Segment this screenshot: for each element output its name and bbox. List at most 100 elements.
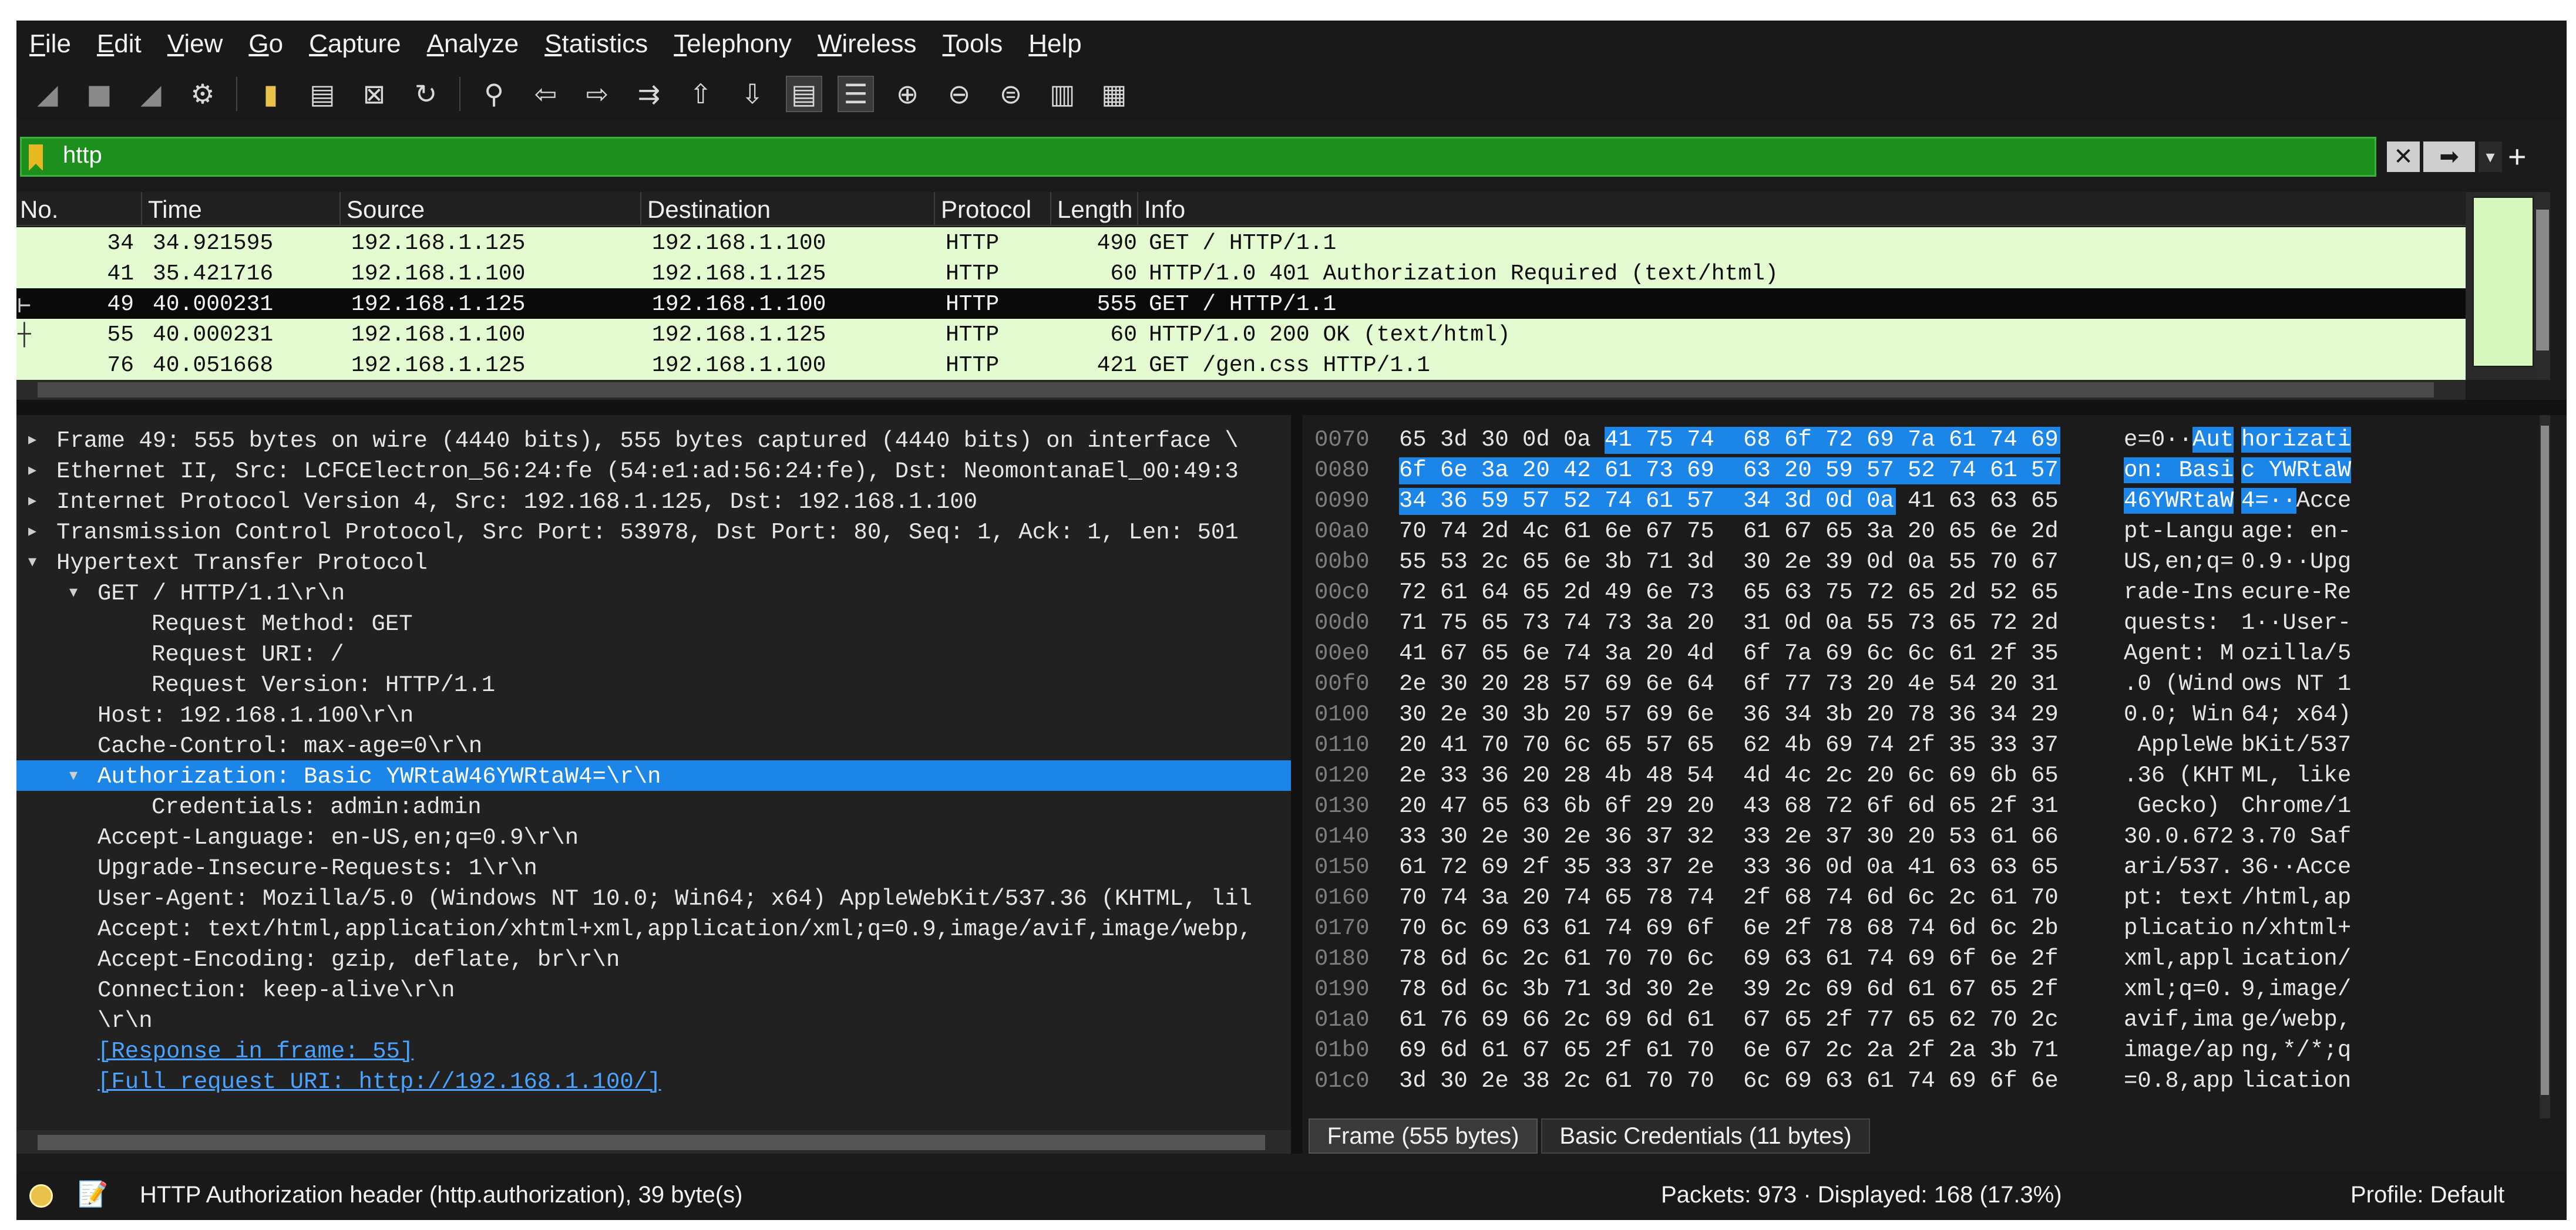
hex-byte[interactable]: 2e [1784,824,1825,851]
hex-byte[interactable]: 63 [1990,854,2031,881]
restart-icon[interactable]: ◢ [133,76,169,112]
hex-byte[interactable]: 70 [2031,885,2060,912]
hex-ascii[interactable]: 1··User- [2241,610,2351,636]
hex-byte[interactable]: 3b [1825,702,1867,729]
hex-byte[interactable]: 70 [1522,732,1563,759]
hex-byte[interactable]: 65 [1481,793,1522,820]
hex-byte[interactable]: 67 [1743,1007,1784,1034]
hex-byte[interactable]: 71 [1563,976,1605,1003]
hex-byte[interactable]: 29 [1646,793,1687,820]
header-divider[interactable] [1050,192,1051,226]
hex-ascii[interactable]: quests: [2124,610,2234,636]
hex-byte[interactable]: 65 [1481,610,1522,637]
hex-byte[interactable]: 6f [1867,793,1908,820]
hex-byte[interactable]: 6e [1743,1037,1784,1064]
hex-byte[interactable]: 2e [1481,1068,1522,1095]
hex-byte[interactable]: 7a [1784,641,1825,668]
hex-byte[interactable]: 76 [1440,1007,1481,1034]
hex-byte[interactable]: 69 [1399,1037,1440,1064]
hex-byte[interactable]: 2e [1399,671,1440,698]
hex-byte[interactable]: 75 [1646,427,1687,454]
hex-byte[interactable]: 74 [1949,457,1990,484]
hex-byte[interactable]: 6d [1440,976,1481,1003]
hex-byte[interactable]: 30 [1481,702,1522,729]
hex-byte[interactable]: 65 [1522,549,1563,576]
close-file-icon[interactable]: ⊠ [356,76,392,112]
hex-byte[interactable]: 78 [1646,885,1687,912]
hex-byte[interactable]: 61 [1990,824,2031,851]
packet-list-vscroll-thumb[interactable] [2536,210,2549,351]
hex-byte[interactable]: 65 [1399,427,1440,454]
hex-byte[interactable]: 61 [1563,946,1605,973]
hex-byte[interactable]: 4d [1743,763,1784,790]
hex-byte[interactable]: 6f [1990,1068,2031,1095]
hex-byte[interactable]: 6c [1563,732,1605,759]
hex-byte[interactable]: 6d [1440,946,1481,973]
go-back-icon[interactable]: ⇦ [527,76,564,112]
hex-byte[interactable]: 67 [1784,518,1825,545]
hex-byte[interactable]: 2e [1784,549,1825,576]
hex-byte[interactable]: 6e [1563,549,1605,576]
hex-byte[interactable]: 61 [1990,885,2031,912]
hex-byte[interactable]: 2f [1522,854,1563,881]
hex-byte[interactable]: 37 [1825,824,1867,851]
hex-byte[interactable]: 41 [1440,732,1481,759]
detail-tree-item[interactable]: Cache-Control: max-age=0\r\n [16,730,1291,760]
layout-icon[interactable]: ▦ [1096,76,1132,112]
hex-byte[interactable]: 6e [2031,1068,2060,1095]
hex-byte[interactable]: 65 [1949,793,1990,820]
hex-byte[interactable]: 61 [1481,1037,1522,1064]
hex-byte[interactable]: 31 [2031,671,2060,698]
hex-byte[interactable]: 35 [2031,641,2060,668]
menu-item-capture[interactable]: Capture [309,29,401,59]
hex-byte[interactable]: 61 [1563,518,1605,545]
detail-tree-item[interactable]: ▸ Internet Protocol Version 4, Src: 192.1… [16,486,1291,516]
hex-byte[interactable]: 3a [1646,610,1687,637]
hex-byte[interactable]: 69 [1646,915,1687,942]
hex-byte[interactable]: 57 [1687,488,1743,515]
detail-tree-item[interactable]: Upgrade-Insecure-Requests: 1\r\n [16,852,1291,882]
hex-byte[interactable]: 6f [1743,671,1784,698]
hex-byte[interactable]: 2e [1687,976,1716,1003]
hex-ascii[interactable]: 36··Acce [2241,854,2351,880]
stop-icon[interactable]: ■ [81,76,117,112]
hex-byte[interactable]: 69 [1825,732,1867,759]
hex-byte[interactable]: 65 [1908,1007,1949,1034]
hex-byte[interactable]: 20 [1990,671,2031,698]
hex-byte[interactable]: 70 [1646,946,1687,973]
hex-byte[interactable]: 2f [2031,976,2060,1003]
hex-byte[interactable]: 20 [1522,457,1563,484]
hex-byte[interactable]: 69 [1949,1068,1990,1095]
hex-byte[interactable]: 69 [1743,946,1784,973]
pane-splitter-horizontal[interactable] [16,400,2567,415]
hex-byte[interactable]: 6f [1399,457,1440,484]
hex-ascii[interactable]: plicatio [2124,915,2234,941]
hex-byte[interactable]: 0a [1563,427,1605,454]
hex-ascii[interactable]: c YWRtaW [2241,457,2352,483]
hex-byte[interactable]: 30 [1646,976,1687,1003]
hex-byte[interactable]: 73 [1825,671,1867,698]
hex-ascii[interactable]: ge/webp, [2241,1007,2351,1033]
hex-byte[interactable]: 73 [1908,610,1949,637]
hex-byte[interactable]: 39 [1825,549,1867,576]
hex-byte[interactable]: 2f [1990,641,2031,668]
hex-byte[interactable]: 71 [2031,1037,2060,1064]
hex-byte[interactable]: 2f [1990,793,2031,820]
hex-byte[interactable]: 36 [1743,702,1784,729]
hex-ascii[interactable]: =0.8,app [2124,1068,2234,1094]
hex-byte[interactable]: 70 [1990,549,2031,576]
hex-byte[interactable]: 6e [1990,518,2031,545]
hex-byte[interactable]: 73 [1605,610,1646,637]
hex-ascii[interactable]: ML, like [2241,763,2351,788]
hex-byte[interactable]: 61 [1399,854,1440,881]
hex-byte[interactable]: 3b [1522,976,1563,1003]
hex-byte[interactable]: 31 [1743,610,1784,637]
hex-byte[interactable]: 0d [1522,427,1563,454]
last-packet-icon[interactable]: ⇩ [734,76,771,112]
hex-byte[interactable]: 65 [1908,579,1949,606]
hex-byte[interactable]: 69 [1867,427,1908,454]
header-col-source[interactable]: Source [347,196,425,224]
hex-byte[interactable]: 43 [1743,793,1784,820]
display-filter-input[interactable]: http [20,137,2376,177]
hex-byte[interactable]: 57 [1605,702,1646,729]
